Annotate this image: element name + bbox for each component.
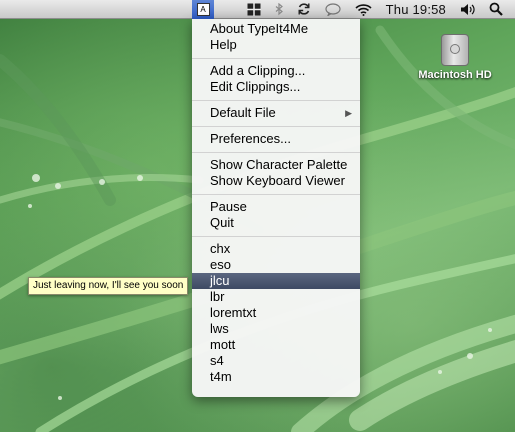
menu-bar: A Thu 19:58 (0, 0, 515, 19)
menu-item-character-palette[interactable]: Show Character Palette (192, 157, 360, 173)
menu-separator (192, 152, 360, 153)
menubar-clock[interactable]: Thu 19:58 (386, 0, 446, 19)
menu-item-pause[interactable]: Pause (192, 199, 360, 215)
grid-icon[interactable] (246, 0, 261, 19)
volume-icon[interactable] (460, 0, 475, 19)
menu-item-about[interactable]: About TypeIt4Me (192, 21, 360, 37)
spotlight-search-icon[interactable] (489, 0, 503, 19)
menu-separator (192, 236, 360, 237)
menu-separator (192, 126, 360, 127)
drive-label: Macintosh HD (418, 69, 492, 81)
typeit4me-menu-extra[interactable]: A (192, 0, 214, 19)
wifi-icon[interactable] (355, 0, 372, 19)
menu-item-quit[interactable]: Quit (192, 215, 360, 231)
menu-separator (192, 100, 360, 101)
menu-separator (192, 194, 360, 195)
clipping-item[interactable]: lws (192, 321, 360, 337)
hard-drive-icon (441, 34, 469, 66)
sync-icon[interactable] (297, 0, 311, 19)
submenu-arrow-icon: ▶ (345, 108, 352, 118)
bluetooth-icon[interactable] (275, 0, 283, 19)
clipping-item[interactable]: s4 (192, 353, 360, 369)
typeit4me-icon: A (196, 2, 210, 16)
clipping-item[interactable]: mott (192, 337, 360, 353)
menu-item-preferences[interactable]: Preferences... (192, 131, 360, 147)
default-file-label: Default File (210, 105, 276, 120)
clipping-preview-tooltip: Just leaving now, I'll see you soon (28, 277, 189, 295)
menu-separator (192, 58, 360, 59)
macintosh-hd-desktop-icon[interactable]: Macintosh HD (410, 34, 500, 81)
speech-bubble-icon[interactable] (325, 0, 341, 19)
typeit4me-menu: About TypeIt4Me Help Add a Clipping... E… (192, 19, 360, 397)
clipping-item[interactable]: chx (192, 241, 360, 257)
menu-item-edit-clippings[interactable]: Edit Clippings... (192, 79, 360, 95)
menu-item-add-clipping[interactable]: Add a Clipping... (192, 63, 360, 79)
menu-item-help[interactable]: Help (192, 37, 360, 53)
clipping-item-highlighted[interactable]: jlcu (192, 273, 360, 289)
clipping-item[interactable]: loremtxt (192, 305, 360, 321)
menu-item-keyboard-viewer[interactable]: Show Keyboard Viewer (192, 173, 360, 189)
clipping-item[interactable]: lbr (192, 289, 360, 305)
clipping-item[interactable]: t4m (192, 369, 360, 385)
menu-item-default-file[interactable]: Default File ▶ (192, 105, 360, 121)
clipping-item[interactable]: eso (192, 257, 360, 273)
